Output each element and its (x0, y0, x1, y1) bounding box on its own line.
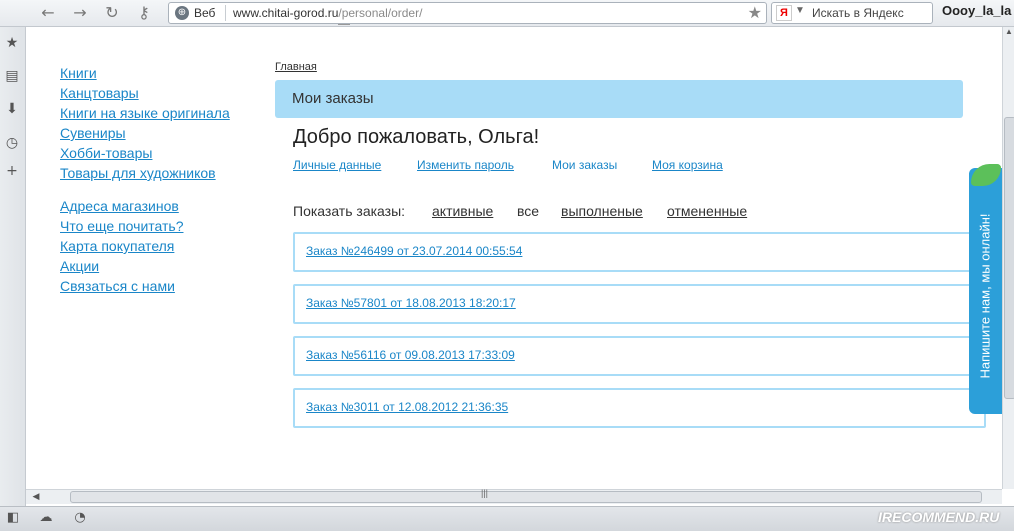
filter-label: Показать заказы: (293, 203, 406, 219)
side-panel: ★ ▤ ⬇ ◷ + (0, 27, 26, 506)
yandex-icon[interactable]: Я (776, 5, 792, 21)
breadcrumb-home[interactable]: Главная (275, 61, 317, 73)
nav-link-foreign-books[interactable]: Книги на языке оригинала (60, 103, 230, 123)
downloads-icon[interactable]: ⬇ (4, 101, 20, 117)
filter-active[interactable]: активные (432, 203, 493, 219)
address-separator (225, 5, 226, 21)
panel-toggle-icon[interactable]: ◧ (5, 510, 21, 526)
filter-cancelled[interactable]: отмененные (667, 203, 747, 219)
nav-link-store-addresses[interactable]: Адреса магазинов (60, 196, 230, 216)
add-panel-icon[interactable]: + (4, 163, 20, 179)
nav-link-hobby[interactable]: Хобби-товары (60, 143, 230, 163)
notes-icon[interactable]: ▤ (4, 68, 20, 84)
scroll-grip-icon: ||| (481, 488, 489, 498)
search-placeholder: Искать в Яндекс (812, 6, 904, 20)
nav-gap (60, 183, 230, 196)
vertical-scroll-thumb[interactable] (1004, 117, 1014, 399)
tab-my-orders[interactable]: Мои заказы (552, 158, 617, 172)
section-header: Мои заказы (275, 80, 963, 118)
nav-link-art-supplies[interactable]: Товары для художников (60, 163, 230, 183)
bookmarks-star-icon[interactable]: ★ (4, 35, 20, 51)
scroll-up-icon[interactable]: ▲ (1003, 27, 1014, 39)
order-link[interactable]: Заказ №3011 от 12.08.2012 21:36:35 (306, 400, 508, 414)
tab-personal-data[interactable]: Личные данные (293, 158, 381, 172)
horizontal-scrollbar[interactable]: ◀ ||| (26, 488, 1002, 504)
order-link[interactable]: Заказ №246499 от 23.07.2014 00:55:54 (306, 244, 522, 258)
filter-completed[interactable]: выполненые (561, 203, 643, 219)
nav-link-what-to-read[interactable]: Что еще почитать? (60, 216, 230, 236)
nav-link-stationery[interactable]: Канцтовары (60, 83, 230, 103)
watermark: IRECOMMEND.RU (878, 509, 1000, 525)
online-chat-widget[interactable]: Напишите нам, мы онлайн! (969, 164, 1002, 414)
cloud-icon[interactable]: ☁ (38, 510, 54, 526)
speed-dial-icon[interactable]: ◔ (72, 510, 88, 526)
forward-icon[interactable]: → (70, 3, 90, 23)
order-row: Заказ №57801 от 18.08.2013 18:20:17 (293, 284, 986, 324)
left-navigation: Книги Канцтовары Книги на языке оригинал… (60, 63, 230, 296)
url-path: /personal/order/ (338, 6, 423, 20)
tab-change-password[interactable]: Изменить пароль (417, 158, 514, 172)
chevron-down-icon[interactable]: ▼ (795, 5, 805, 16)
status-bar: ◧ ☁ ◔ IRECOMMEND.RU (0, 506, 1014, 531)
nav-link-loyalty-card[interactable]: Карта покупателя (60, 236, 230, 256)
nav-link-contact[interactable]: Связаться с нами (60, 276, 230, 296)
reload-icon[interactable]: ↻ (102, 3, 122, 23)
welcome-heading: Добро пожаловать, Ольга! (293, 126, 540, 148)
order-row: Заказ №3011 от 12.08.2012 21:36:35 (293, 388, 986, 428)
bookmark-star-icon[interactable]: ★ (748, 3, 762, 22)
filter-all[interactable]: все (517, 203, 539, 219)
nav-link-promotions[interactable]: Акции (60, 256, 230, 276)
order-link[interactable]: Заказ №56116 от 09.08.2013 17:33:09 (306, 348, 515, 362)
globe-icon: ⊕ (175, 6, 189, 20)
section-title: Мои заказы (292, 90, 374, 107)
nav-link-books[interactable]: Книги (60, 63, 230, 83)
url-text[interactable]: www.chitai-gorod.ru/personal/order/ (233, 6, 422, 20)
web-label: Веб (194, 6, 216, 20)
scroll-left-icon[interactable]: ◀ (30, 491, 42, 503)
page-content: Книги Канцтовары Книги на языке оригинал… (26, 24, 1002, 489)
url-host: www.chitai-gorod.ru (233, 6, 339, 20)
tab-my-cart[interactable]: Моя корзина (652, 158, 723, 172)
order-link[interactable]: Заказ №57801 от 18.08.2013 18:20:17 (306, 296, 516, 310)
nav-link-souvenirs[interactable]: Сувениры (60, 123, 230, 143)
back-icon[interactable]: ← (38, 3, 58, 23)
vertical-scrollbar[interactable]: ▲ (1002, 27, 1014, 489)
key-icon[interactable]: ⚷ (134, 3, 154, 23)
address-bar[interactable]: ⊕ Веб www.chitai-gorod.ru/personal/order… (168, 2, 767, 24)
search-box[interactable]: Я ▼ Искать в Яндекс (771, 2, 933, 24)
order-row: Заказ №246499 от 23.07.2014 00:55:54 (293, 232, 986, 272)
user-name[interactable]: Oooy_la_la (942, 3, 1011, 18)
chat-label: Напишите нам, мы онлайн! (977, 213, 993, 379)
history-icon[interactable]: ◷ (4, 135, 20, 151)
order-row: Заказ №56116 от 09.08.2013 17:33:09 (293, 336, 986, 376)
browser-toolbar: ← → ↻ ⚷ ⊕ Веб www.chitai-gorod.ru/person… (0, 0, 1014, 27)
top-divider (338, 24, 350, 25)
horizontal-scroll-thumb[interactable] (70, 491, 982, 503)
leaf-icon (971, 164, 1001, 186)
